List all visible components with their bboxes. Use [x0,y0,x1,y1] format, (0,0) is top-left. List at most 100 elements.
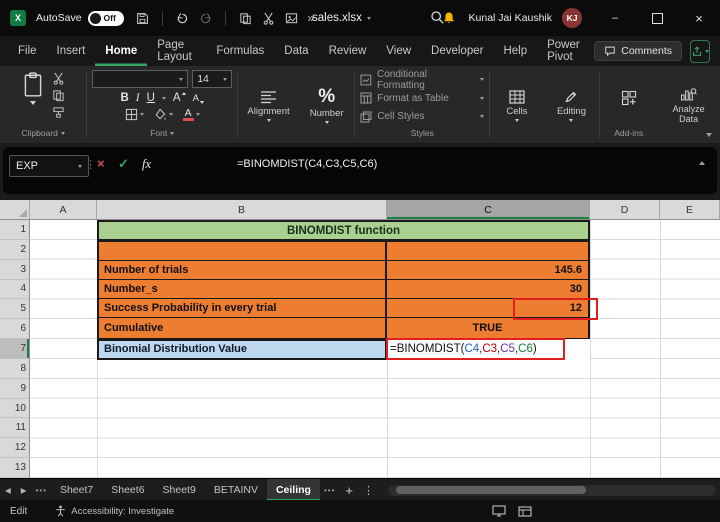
row-header-4[interactable]: 4 [0,280,30,300]
cut-button[interactable] [52,72,65,85]
share-button[interactable] [690,40,710,63]
font-name-select[interactable] [92,70,188,88]
column-header-b[interactable]: B [97,200,387,220]
alignment-button[interactable]: Alignment [245,70,291,141]
format-painter-button[interactable] [52,106,65,119]
notification-bell-button[interactable] [442,11,456,25]
cell-b2[interactable] [99,242,387,261]
tab-view[interactable]: View [376,36,421,66]
previous-sheet-button[interactable]: ◀ [5,486,11,495]
tab-file[interactable]: File [8,36,47,66]
select-all-corner[interactable] [0,200,30,220]
cell-b7-result-label[interactable]: Binomial Distribution Value [97,339,387,360]
row-header-6[interactable]: 6 [0,319,30,339]
maximize-button[interactable] [636,0,678,36]
font-size-select[interactable]: 14 [192,70,232,88]
sheet-tab-sheet7[interactable]: Sheet7 [51,479,102,501]
comments-button[interactable]: Comments [594,41,682,61]
user-name[interactable]: Kunal Jai Kaushik [469,12,552,24]
cell-b3[interactable]: Number of trials [99,261,387,280]
copy-button[interactable] [239,12,252,25]
addins-button[interactable] [619,70,639,126]
tab-page-layout[interactable]: Page Layout [147,36,206,66]
column-header-d[interactable]: D [590,200,660,220]
display-settings-button[interactable] [492,505,506,517]
italic-button[interactable]: I [136,92,140,104]
redo-button[interactable] [199,12,212,25]
sheet-tab-sheet6[interactable]: Sheet6 [102,479,153,501]
cancel-entry-button[interactable]: × [97,157,105,171]
sheet-tab-sheet9[interactable]: Sheet9 [154,479,205,501]
column-header-e[interactable]: E [660,200,720,220]
tab-formulas[interactable]: Formulas [206,36,274,66]
cell-b5[interactable]: Success Probability in every trial [99,299,387,318]
name-box[interactable]: EXP [9,155,89,177]
collapse-ribbon-button[interactable] [706,133,712,137]
cell-b6[interactable]: Cumulative [99,318,387,337]
clipboard-group-label[interactable]: Clipboard [21,126,64,141]
tab-developer[interactable]: Developer [421,36,493,66]
horizontal-scrollbar[interactable] [388,485,716,496]
cell-c5[interactable]: 12 [387,299,588,318]
tab-review[interactable]: Review [319,36,377,66]
cell-c4[interactable]: 30 [387,280,588,299]
cell-c6[interactable]: TRUE [387,318,588,337]
accessibility-checker-button[interactable]: Accessibility: Investigate [55,505,174,517]
next-sheet-button[interactable]: ▶ [21,486,27,495]
underline-button[interactable]: U [147,92,155,104]
horizontal-scrollbar-thumb[interactable] [396,486,586,494]
sheet-list-menu-button[interactable]: ⋮ [363,484,374,497]
editing-button[interactable]: Editing [555,70,588,141]
user-avatar[interactable]: KJ [562,8,582,28]
bold-button[interactable]: B [120,92,128,104]
cell-b1-title[interactable]: BINOMDIST function [97,220,590,241]
document-title[interactable]: sales.xlsx [312,0,371,36]
collapse-formula-bar-button[interactable] [699,161,705,165]
hidden-sheets-left-button[interactable]: ••• [36,486,47,495]
autosave-toggle[interactable]: Off [88,11,124,26]
row-header-9[interactable]: 9 [0,379,30,399]
decrease-font-button[interactable]: A [193,93,204,104]
fill-color-button[interactable] [154,108,173,121]
format-as-table-button[interactable]: Format as Table [360,89,484,108]
borders-button[interactable] [125,108,144,121]
tab-data[interactable]: Data [274,36,318,66]
column-header-a[interactable]: A [30,200,97,220]
cell-c3[interactable]: 145.6 [387,261,588,280]
increase-font-button[interactable]: A [173,92,186,104]
cut-button[interactable] [262,12,275,25]
number-format-button[interactable]: % Number [308,70,346,141]
row-header-5[interactable]: 5 [0,299,30,319]
confirm-entry-button[interactable]: ✓ [118,157,129,171]
add-sheet-button[interactable]: + [345,483,353,498]
tab-help[interactable]: Help [493,36,537,66]
cell-c2[interactable] [387,242,588,261]
sheet-tab-ceiling-active[interactable]: Ceiling [267,479,320,501]
font-group-label[interactable]: Font [150,126,174,141]
cell-styles-button[interactable]: Cell Styles [360,108,484,127]
copy-button[interactable] [52,89,65,102]
cells-button[interactable]: Cells [504,70,529,141]
paste-button[interactable] [22,70,44,119]
row-header-2[interactable]: 2 [0,240,30,260]
row-header-10[interactable]: 10 [0,399,30,419]
formula-input[interactable]: =BINOMDIST(C4,C3,C5,C6) [237,158,377,170]
font-color-button[interactable]: A [183,108,200,121]
close-button[interactable]: × [678,0,720,36]
conditional-formatting-button[interactable]: Conditional Formatting [360,70,484,89]
column-header-c[interactable]: C [387,200,590,220]
row-header-11[interactable]: 11 [0,418,30,438]
undo-button[interactable] [176,12,189,25]
insert-function-button[interactable]: fx [142,157,151,172]
cell-b4[interactable]: Number_s [99,280,387,299]
tab-home[interactable]: Home [95,36,147,66]
row-header-13[interactable]: 13 [0,458,30,478]
tab-insert[interactable]: Insert [47,36,96,66]
tab-power-pivot[interactable]: Power Pivot [537,36,594,66]
underline-dropdown-icon[interactable] [162,97,166,100]
sheet-tab-betainv[interactable]: BETAINV [205,479,267,501]
picture-button[interactable] [285,12,298,25]
analyze-data-button[interactable]: Analyze Data [662,70,715,141]
row-header-8[interactable]: 8 [0,359,30,379]
hidden-sheets-right-button[interactable]: ••• [324,486,335,495]
